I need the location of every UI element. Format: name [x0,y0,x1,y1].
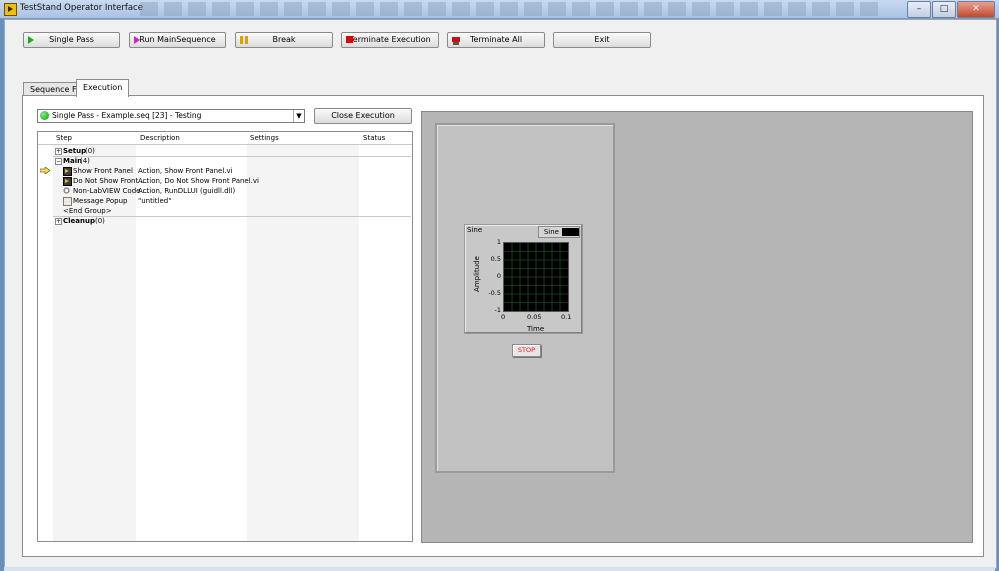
maximize-button[interactable]: □ [932,1,956,18]
group-count: (4) [80,157,90,165]
message-popup-icon [63,197,72,206]
chart-label: Sine [467,226,483,234]
step-description: Action, Do Not Show Front Panel.vi [138,177,259,185]
run-mainsequence-label: Run MainSequence [139,35,216,44]
step-list-grid[interactable]: Step Description Settings Status + Setup… [37,131,413,542]
expand-plus-icon[interactable]: + [55,148,62,155]
stop-button[interactable]: STOP [512,344,541,357]
plot-legend[interactable]: Sine [537,226,580,238]
step-name: Show Front Panel [73,167,133,175]
running-status-icon [40,111,49,120]
pause-icon [240,36,248,44]
y-tick-label: 0.5 [490,255,501,263]
stop-icon [346,36,353,43]
plot-style-icon [562,228,579,236]
exit-button[interactable]: Exit [553,32,651,48]
step-row[interactable]: Message Popup "untitled" [38,196,412,206]
status-bar [4,567,995,571]
single-pass-button[interactable]: Single Pass [23,32,120,48]
execution-dropdown[interactable]: Single Pass - Example.seq [23] - Testing… [37,109,305,123]
execution-dropdown-value: Single Pass - Example.seq [23] - Testing [52,111,202,120]
x-tick-label: 0.1 [561,313,572,321]
break-button[interactable]: Break [235,32,333,48]
column-header-status[interactable]: Status [363,134,385,142]
step-row[interactable]: Show Front Panel Action, Show Front Pane… [38,166,412,176]
plot-grid-svg [504,243,568,311]
step-row[interactable]: Do Not Show Front ... Action, Do Not Sho… [38,176,412,186]
step-description: Action, Show Front Panel.vi [138,167,233,175]
minimize-button[interactable]: – [907,1,931,18]
terminate-all-icon [452,37,460,42]
dll-action-gear-icon [63,187,70,194]
close-window-button[interactable]: ✕ [957,1,995,18]
single-pass-label: Single Pass [49,35,94,44]
y-axis-label: Amplitude [472,256,481,292]
step-row[interactable]: Non-LabVIEW Code ... Action, RunDLLUI (g… [38,186,412,196]
teststand-app-icon [4,3,17,16]
x-axis-label: Time [527,325,545,333]
run-mainsequence-button[interactable]: Run MainSequence [129,32,226,48]
y-tick-label: -1 [494,306,501,314]
legend-label: Sine [543,228,559,236]
group-count: (0) [85,147,95,155]
step-description: Action, RunDLLUI (guidll.dll) [138,187,236,195]
execution-panel: Single Pass - Example.seq [23] - Testing… [22,95,984,557]
group-count: (0) [95,217,105,225]
play-icon [28,36,34,44]
title-bar: TestStand Operator Interface – □ ✕ [0,0,999,19]
end-group-row[interactable]: <End Group> [38,206,412,216]
vi-front-panel: Sine Sine Amplitude 1 0.5 0 -0.5 -1 0 0.05 0.1… [435,123,615,473]
labview-action-icon [63,167,72,176]
plot-area [503,242,569,312]
group-name: Setup [63,147,87,155]
y-tick-label: 0 [496,272,501,280]
terminate-execution-label: Terminate Execution [349,35,431,44]
break-label: Break [272,35,296,44]
x-tick-label: 0 [501,313,506,321]
grid-header: Step Description Settings Status [38,132,412,145]
column-header-settings[interactable]: Settings [250,134,279,142]
column-header-description[interactable]: Description [140,134,180,142]
group-row-cleanup[interactable]: + Cleanup (0) [38,216,412,226]
window-title: TestStand Operator Interface [20,3,143,13]
step-name: Message Popup [73,197,128,205]
chevron-down-icon[interactable]: ▼ [293,110,304,122]
close-execution-button[interactable]: Close Execution [314,108,412,124]
end-group-label: <End Group> [63,207,112,215]
column-header-step[interactable]: Step [56,134,72,142]
waveform-chart: Sine Sine Amplitude 1 0.5 0 -0.5 -1 0 0.05 0.1… [464,224,583,334]
front-panel-display-area: Sine Sine Amplitude 1 0.5 0 -0.5 -1 0 0.05 0.1… [421,111,973,543]
y-tick-label: 1 [496,238,501,246]
labview-action-icon [63,177,72,186]
background-taskbar-ghost [140,2,880,16]
terminate-all-label: Terminate All [469,35,523,44]
terminate-execution-button[interactable]: Terminate Execution [341,32,439,48]
tab-execution[interactable]: Execution [76,79,130,97]
main-window: Single Pass Run MainSequence Break Termi… [4,19,997,569]
step-name: Do Not Show Front ... [73,177,148,185]
step-description: "untitled" [138,197,172,205]
collapse-minus-icon[interactable]: − [55,158,62,165]
exit-label: Exit [594,35,610,44]
terminate-all-button[interactable]: Terminate All [447,32,545,48]
run-icon [134,36,140,44]
group-name: Cleanup [63,217,95,225]
expand-plus-icon[interactable]: + [55,218,62,225]
x-tick-label: 0.05 [527,313,542,321]
y-tick-label: -0.5 [488,289,501,297]
group-row-setup[interactable]: + Setup (0) [38,146,412,156]
group-row-main[interactable]: − Main (4) [38,156,412,166]
